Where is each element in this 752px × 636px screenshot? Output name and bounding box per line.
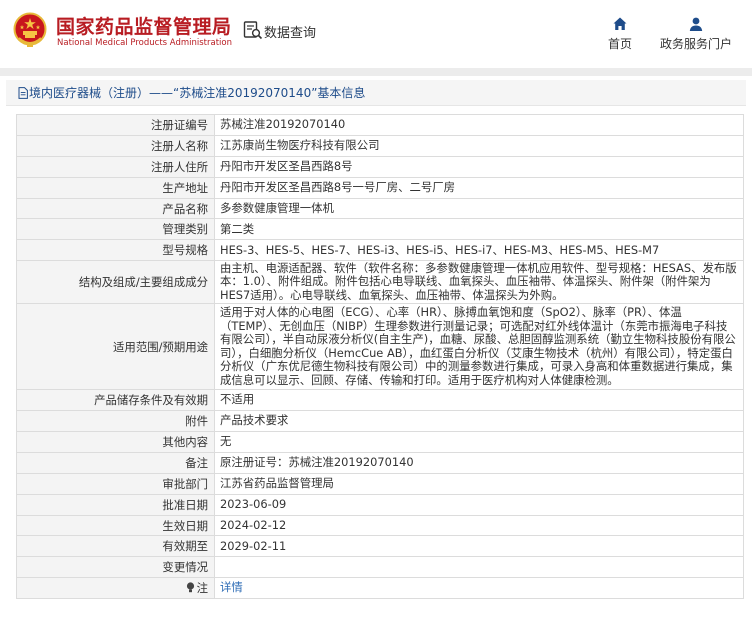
header-divider [0,68,752,76]
field-label: 适用范围/预期用途 [16,303,215,391]
site-header: 国家药品监督管理局 National Medical Products Admi… [0,0,752,68]
field-label: 备注 [16,451,215,474]
field-label: 结构及组成/主要组成成分 [16,260,215,305]
field-value: 江苏康尚生物医疗科技有限公司 [214,134,744,157]
table-row: 批准日期 2023-06-09 [16,493,744,516]
detail-link[interactable]: 详情 [220,580,243,595]
field-label: 管理类别 [16,218,215,241]
field-label: 变更情况 [16,556,215,579]
table-row: 备注 原注册证号：苏械注准20192070140 [16,451,744,474]
field-label: 产品名称 [16,197,215,220]
field-label: 注 [196,581,208,596]
field-value: 丹阳市开发区圣昌西路8号一号厂房、二号厂房 [214,176,744,199]
field-value: 由主机、电源适配器、软件（软件名称：多参数健康管理一体机应用软件、型号规格：HE… [214,260,744,305]
national-emblem-icon [13,12,47,47]
field-value: 苏械注准20192070140 [214,114,744,136]
note-label-cell: 注 [16,577,215,600]
field-label: 注册人名称 [16,134,215,157]
field-value: 产品技术要求 [214,410,744,433]
field-value: 不适用 [214,389,744,412]
field-label: 批准日期 [16,493,215,516]
table-row: 注册人住所 丹阳市开发区圣昌西路8号 [16,155,744,178]
nav-service-portal[interactable]: 政务服务门户 [655,16,737,52]
nav-home[interactable]: 首页 [603,16,637,52]
table-row: 生效日期 2024-02-12 [16,514,744,537]
org-name-cn: 国家药品监督管理局 [56,16,232,38]
field-label: 有效期至 [16,535,215,558]
breadcrumb-text: 境内医疗器械（注册）——“苏械注准20192070140”基本信息 [29,86,366,100]
field-value: 适用于对人体的心电图（ECG）、心率（HR）、脉搏血氧饱和度（SpO2）、脉率（… [214,303,744,391]
note-value-cell: 详情 [214,577,744,600]
field-label: 生效日期 [16,514,215,537]
table-row: 有效期至 2029-02-11 [16,535,744,558]
field-value: 丹阳市开发区圣昌西路8号 [214,155,744,178]
field-label: 其他内容 [16,431,215,453]
field-value: HES-3、HES-5、HES-7、HES-i3、HES-i5、HES-i7、H… [214,239,744,262]
table-row: 注册人名称 江苏康尚生物医疗科技有限公司 [16,134,744,157]
table-row: 审批部门 江苏省药品监督管理局 [16,472,744,495]
table-row: 产品名称 多参数健康管理一体机 [16,197,744,220]
table-row: 其他内容 无 [16,431,744,453]
user-icon [689,17,703,31]
field-value: 多参数健康管理一体机 [214,197,744,220]
field-value: 2029-02-11 [214,535,744,558]
device-info-table: 注册证编号 苏械注准20192070140 注册人名称 江苏康尚生物医疗科技有限… [16,114,744,600]
data-query-icon [243,21,263,40]
field-label: 产品储存条件及有效期 [16,389,215,412]
table-row: 产品储存条件及有效期 不适用 [16,389,744,412]
field-value: 2024-02-12 [214,514,744,537]
field-label: 附件 [16,410,215,433]
field-label: 审批部门 [16,472,215,495]
lightbulb-icon [186,582,194,593]
field-value: 江苏省药品监督管理局 [214,472,744,495]
field-label: 型号规格 [16,239,215,262]
field-label: 生产地址 [16,176,215,199]
home-icon [613,17,627,30]
field-label: 注册人住所 [16,155,215,178]
table-row: 适用范围/预期用途 适用于对人体的心电图（ECG）、心率（HR）、脉搏血氧饱和度… [16,303,744,391]
table-row: 结构及组成/主要组成成分 由主机、电源适配器、软件（软件名称：多参数健康管理一体… [16,260,744,305]
data-query-label[interactable]: 数据查询 [264,22,316,41]
table-row: 附件 产品技术要求 [16,410,744,433]
table-row: 变更情况 [16,556,744,579]
table-row: 生产地址 丹阳市开发区圣昌西路8号一号厂房、二号厂房 [16,176,744,199]
table-row: 注册证编号 苏械注准20192070140 [16,114,744,136]
table-row: 型号规格 HES-3、HES-5、HES-7、HES-i3、HES-i5、HES… [16,239,744,262]
field-value: 2023-06-09 [214,493,744,516]
nav-home-label: 首页 [607,37,632,51]
document-icon [18,87,28,99]
field-value [214,556,744,579]
field-value: 第二类 [214,218,744,241]
field-label: 注册证编号 [16,114,215,136]
nav-portal-label: 政务服务门户 [659,37,732,51]
table-row: 注 详情 [16,577,744,600]
field-value: 原注册证号：苏械注准20192070140 [214,451,744,474]
breadcrumb: 境内医疗器械（注册）——“苏械注准20192070140”基本信息 [6,80,746,106]
table-row: 管理类别 第二类 [16,218,744,241]
org-name-en: National Medical Products Administration [57,38,232,48]
field-value: 无 [214,431,744,453]
